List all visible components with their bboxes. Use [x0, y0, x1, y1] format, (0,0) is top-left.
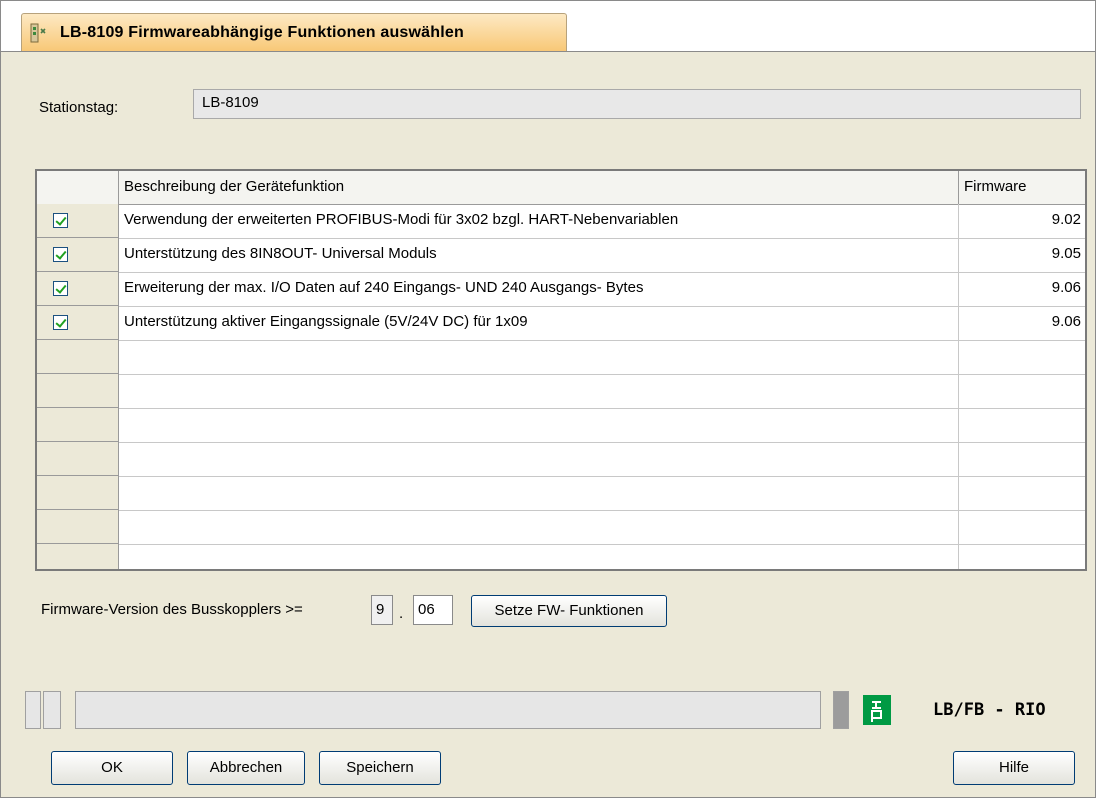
- table-row[interactable]: Unterstützung aktiver Eingangssignale (5…: [37, 306, 1085, 341]
- row-description: Unterstützung des 8IN8OUT- Universal Mod…: [119, 238, 959, 272]
- tab-title: LB-8109 Firmwareabhängige Funktionen aus…: [60, 23, 464, 41]
- checkmark-icon[interactable]: [53, 281, 68, 296]
- row-firmware: 9.06: [1051, 313, 1081, 330]
- row-firmware: 9.02: [1051, 211, 1081, 228]
- status-bar: LB/FB - RIO: [25, 691, 1081, 729]
- pepperl-fuchs-logo-icon: [863, 695, 891, 725]
- row-selector[interactable]: [37, 238, 119, 272]
- cancel-button[interactable]: Abbrechen: [187, 751, 305, 785]
- status-message-area: [75, 691, 821, 729]
- empty-row[interactable]: [37, 340, 1085, 375]
- row-firmware: 9.06: [1051, 279, 1081, 296]
- checkmark-icon[interactable]: [53, 247, 68, 262]
- table-row[interactable]: Unterstützung des 8IN8OUT- Universal Mod…: [37, 238, 1085, 273]
- function-table: Beschreibung der Gerätefunktion Firmware…: [35, 169, 1087, 571]
- row-description: [119, 340, 959, 374]
- empty-row[interactable]: [37, 476, 1085, 511]
- row-selector[interactable]: [37, 340, 119, 374]
- header-select: [37, 171, 119, 204]
- empty-row[interactable]: [37, 374, 1085, 409]
- save-button[interactable]: Speichern: [319, 751, 441, 785]
- tab-strip: LB-8109 Firmwareabhängige Funktionen aus…: [1, 1, 1095, 52]
- table-header: Beschreibung der Gerätefunktion Firmware: [37, 171, 1085, 205]
- help-button[interactable]: Hilfe: [953, 751, 1075, 785]
- firmware-separator: .: [399, 605, 404, 622]
- row-description: [119, 510, 959, 544]
- firmware-minor-field[interactable]: 06: [413, 595, 453, 625]
- ok-button[interactable]: OK: [51, 751, 173, 785]
- station-tag-label: Stationstag:: [39, 99, 119, 116]
- row-selector[interactable]: [37, 476, 119, 510]
- header-firmware: Firmware: [964, 178, 1027, 195]
- row-description: [119, 544, 959, 569]
- header-description: Beschreibung der Gerätefunktion: [119, 171, 959, 204]
- empty-row[interactable]: [37, 510, 1085, 545]
- status-segment: [25, 691, 41, 729]
- brand-text: LB/FB - RIO: [933, 700, 1046, 720]
- set-fw-functions-button[interactable]: Setze FW- Funktionen: [471, 595, 667, 627]
- status-segment: [43, 691, 61, 729]
- row-description: Unterstützung aktiver Eingangssignale (5…: [119, 306, 959, 340]
- row-firmware: 9.05: [1051, 245, 1081, 262]
- station-tag-field: LB-8109: [193, 89, 1081, 119]
- empty-row[interactable]: [37, 408, 1085, 443]
- row-selector[interactable]: [37, 544, 119, 569]
- row-selector[interactable]: [37, 408, 119, 442]
- row-selector[interactable]: [37, 374, 119, 408]
- row-description: [119, 442, 959, 476]
- row-description: [119, 374, 959, 408]
- empty-row[interactable]: [37, 442, 1085, 477]
- status-indicator: [833, 691, 849, 729]
- row-selector[interactable]: [37, 306, 119, 340]
- tab-firmware-functions[interactable]: LB-8109 Firmwareabhängige Funktionen aus…: [21, 13, 567, 51]
- module-icon: [28, 22, 50, 44]
- empty-row[interactable]: [37, 544, 1085, 569]
- row-selector[interactable]: [37, 510, 119, 544]
- row-selector[interactable]: [37, 442, 119, 476]
- row-description: Verwendung der erweiterten PROFIBUS-Modi…: [119, 204, 959, 238]
- row-description: Erweiterung der max. I/O Daten auf 240 E…: [119, 272, 959, 306]
- row-description: [119, 408, 959, 442]
- table-row[interactable]: Verwendung der erweiterten PROFIBUS-Modi…: [37, 204, 1085, 239]
- firmware-major-field[interactable]: 9: [371, 595, 393, 625]
- row-description: [119, 476, 959, 510]
- row-selector[interactable]: [37, 204, 119, 238]
- table-row[interactable]: Erweiterung der max. I/O Daten auf 240 E…: [37, 272, 1085, 307]
- checkmark-icon[interactable]: [53, 315, 68, 330]
- firmware-version-label: Firmware-Version des Busskopplers >=: [41, 601, 303, 618]
- checkmark-icon[interactable]: [53, 213, 68, 228]
- row-selector[interactable]: [37, 272, 119, 306]
- dialog-window: LB-8109 Firmwareabhängige Funktionen aus…: [0, 0, 1096, 798]
